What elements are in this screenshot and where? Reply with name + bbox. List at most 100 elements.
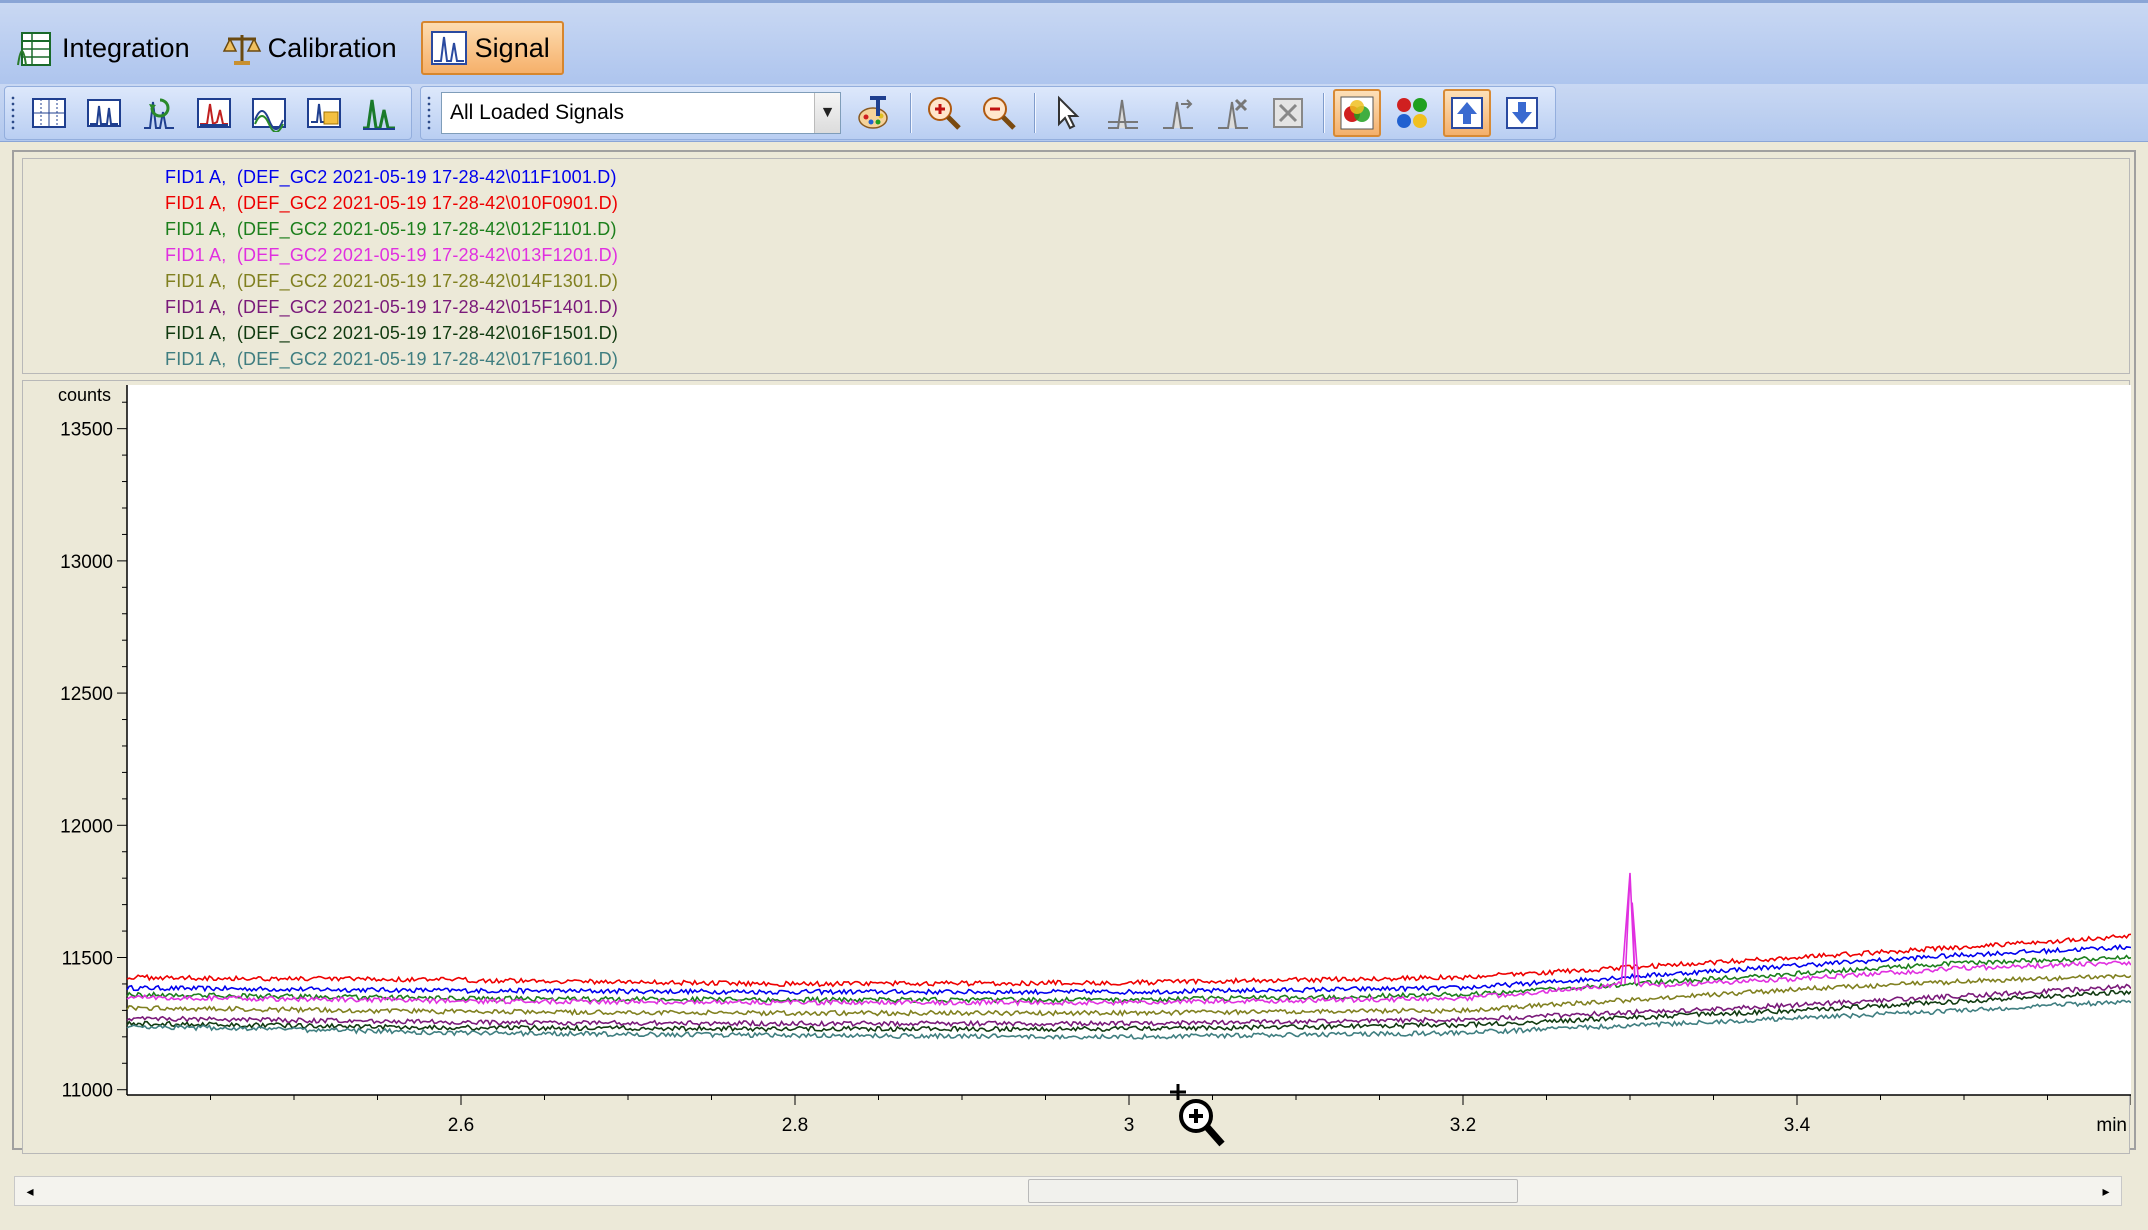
legend-prefix: FID1 A, [165,245,227,265]
legend-entry[interactable]: FID1 A, (DEF_GC2 2021-05-19 17-28-42\010… [165,193,618,214]
legend-file: (DEF_GC2 2021-05-19 17-28-42\011F1001.D) [236,167,617,187]
x-tick-label: 2.8 [782,1115,808,1136]
toolbar-band: All Loaded Signals ▼ [0,84,2148,142]
chromatogram-icon [197,98,231,128]
legend-entry[interactable]: FID1 A, (DEF_GC2 2021-05-19 17-28-42\013… [165,245,618,266]
compare-signals-button[interactable] [245,89,293,137]
move-peak-icon [1163,99,1193,129]
zoom-out-icon [983,97,1016,130]
legend-file: (DEF_GC2 2021-05-19 17-28-42\012F1101.D) [236,219,617,239]
legend-entry[interactable]: FID1 A, (DEF_GC2 2021-05-19 17-28-42\017… [165,349,618,370]
signal-green-icon [363,99,395,130]
tab-calibration-label: Calibration [267,32,397,63]
signal-green-button[interactable] [355,89,403,137]
view-tabs: Integration Calibration Signal [8,19,574,77]
signal-select-dropdown[interactable]: All Loaded Signals ▼ [441,92,841,134]
x-tick-label: 3 [1124,1115,1135,1136]
clear-button[interactable] [1264,89,1312,137]
legend-prefix: FID1 A, [165,349,227,369]
scroll-right-arrow-icon[interactable]: ▸ [2093,1178,2119,1204]
balance-scale-icon [222,35,261,65]
tab-integration[interactable]: Integration [8,21,204,75]
y-tick-label: 12000 [60,816,113,837]
scroll-left-arrow-icon[interactable]: ◂ [17,1178,43,1204]
legend-file: (DEF_GC2 2021-05-19 17-28-42\015F1401.D) [236,297,619,317]
legend-file: (DEF_GC2 2021-05-19 17-28-42\013F1201.D) [236,245,619,265]
tab-signal[interactable]: Signal [420,21,564,75]
toolbar-grip[interactable] [11,95,15,131]
color-palette-icon [858,96,888,129]
zoom-out-button[interactable] [975,89,1023,137]
zoom-in-button[interactable] [920,89,968,137]
signal-tools-strip [4,86,412,140]
x-tick-label: 3.4 [1784,1115,1811,1136]
delete-peak-icon [1218,98,1248,129]
tab-calibration[interactable]: Calibration [214,21,411,75]
legend-entry[interactable]: FID1 A, (DEF_GC2 2021-05-19 17-28-42\014… [165,271,618,292]
legend-prefix: FID1 A, [165,219,227,239]
add-peak-icon [1108,99,1138,129]
chromatogram-chart[interactable]: 11000 11500 12000 12500 13000 13500 2.6 2.8 3 3.2… [22,380,2131,1155]
overlay-color-icon [1340,96,1374,130]
toolbar-separator [1034,93,1036,133]
move-up-button[interactable] [1443,89,1491,137]
overlay-color-button[interactable] [1333,89,1381,137]
legend-file: (DEF_GC2 2021-05-19 17-28-42\017F1601.D) [236,349,619,369]
chromatogram-button[interactable] [190,89,238,137]
move-down-button[interactable] [1498,89,1546,137]
delete-peak-button[interactable] [1209,89,1257,137]
legend-prefix: FID1 A, [165,297,227,317]
baseline-grid-button[interactable] [25,89,73,137]
signal-plot-area: FID1 A, (DEF_GC2 2021-05-19 17-28-42\011… [12,150,2136,1154]
y-tick-label: 13500 [60,420,113,441]
x-tick-label: 2.6 [448,1115,474,1136]
x-tick-label: 3.2 [1450,1115,1476,1136]
color-palette-button[interactable] [851,89,899,137]
signal-window: Integration Calibration Signal All Loade… [0,0,2148,1230]
legend-prefix: FID1 A, [165,167,227,187]
separate-color-icon [1397,98,1427,128]
y-tick-label: 11500 [62,949,113,970]
chevron-down-icon[interactable]: ▼ [814,93,840,133]
tab-integration-label: Integration [62,32,190,63]
legend-prefix: FID1 A, [165,323,227,343]
tab-signal-label: Signal [474,32,550,63]
signal-select-value: All Loaded Signals [450,101,624,124]
compare-signals-icon [252,98,286,132]
add-peak-button[interactable] [1099,89,1147,137]
x-axis-label: min [2096,1115,2127,1136]
integration-table-icon [17,32,51,66]
overlay-refresh-icon [144,98,174,129]
toolbar-separator [1323,93,1325,133]
move-up-icon [1451,97,1483,129]
y-axis-label: counts [58,385,111,405]
signal-stack-icon [307,98,341,128]
legend-prefix: FID1 A, [165,271,227,291]
legend-entry[interactable]: FID1 A, (DEF_GC2 2021-05-19 17-28-42\015… [165,297,618,318]
move-down-icon [1506,97,1538,129]
signal-stack-button[interactable] [300,89,348,137]
clear-icon [1273,98,1303,128]
chromatogram-plot[interactable]: 11000 11500 12000 12500 13000 13500 2.6 2.8 3 3.2… [23,381,2131,1155]
signal-view-strip: All Loaded Signals ▼ [420,86,1556,140]
y-tick-label: 11000 [62,1081,113,1102]
overlay-refresh-button[interactable] [135,89,183,137]
legend-entry[interactable]: FID1 A, (DEF_GC2 2021-05-19 17-28-42\011… [165,167,617,188]
legend-file: (DEF_GC2 2021-05-19 17-28-42\010F0901.D) [236,193,619,213]
legend-entry[interactable]: FID1 A, (DEF_GC2 2021-05-19 17-28-42\012… [165,219,617,240]
y-tick-label: 12500 [60,684,113,705]
peak-window-button[interactable] [80,89,128,137]
legend-file: (DEF_GC2 2021-05-19 17-28-42\016F1501.D) [236,323,619,343]
separate-color-button[interactable] [1388,89,1436,137]
legend-entry[interactable]: FID1 A, (DEF_GC2 2021-05-19 17-28-42\016… [165,323,618,344]
signal-wave-icon [430,31,467,65]
select-arrow-button[interactable] [1044,89,1092,137]
move-peak-button[interactable] [1154,89,1202,137]
horizontal-scrollbar[interactable]: ◂ ▸ [14,1176,2122,1206]
toolbar-separator [910,93,912,133]
toolbar-grip[interactable] [427,95,431,131]
zoom-cursor-icon [1170,1084,1225,1147]
select-arrow-icon [1058,95,1080,130]
y-tick-label: 13000 [60,552,113,573]
scrollbar-thumb[interactable] [1028,1179,1518,1203]
